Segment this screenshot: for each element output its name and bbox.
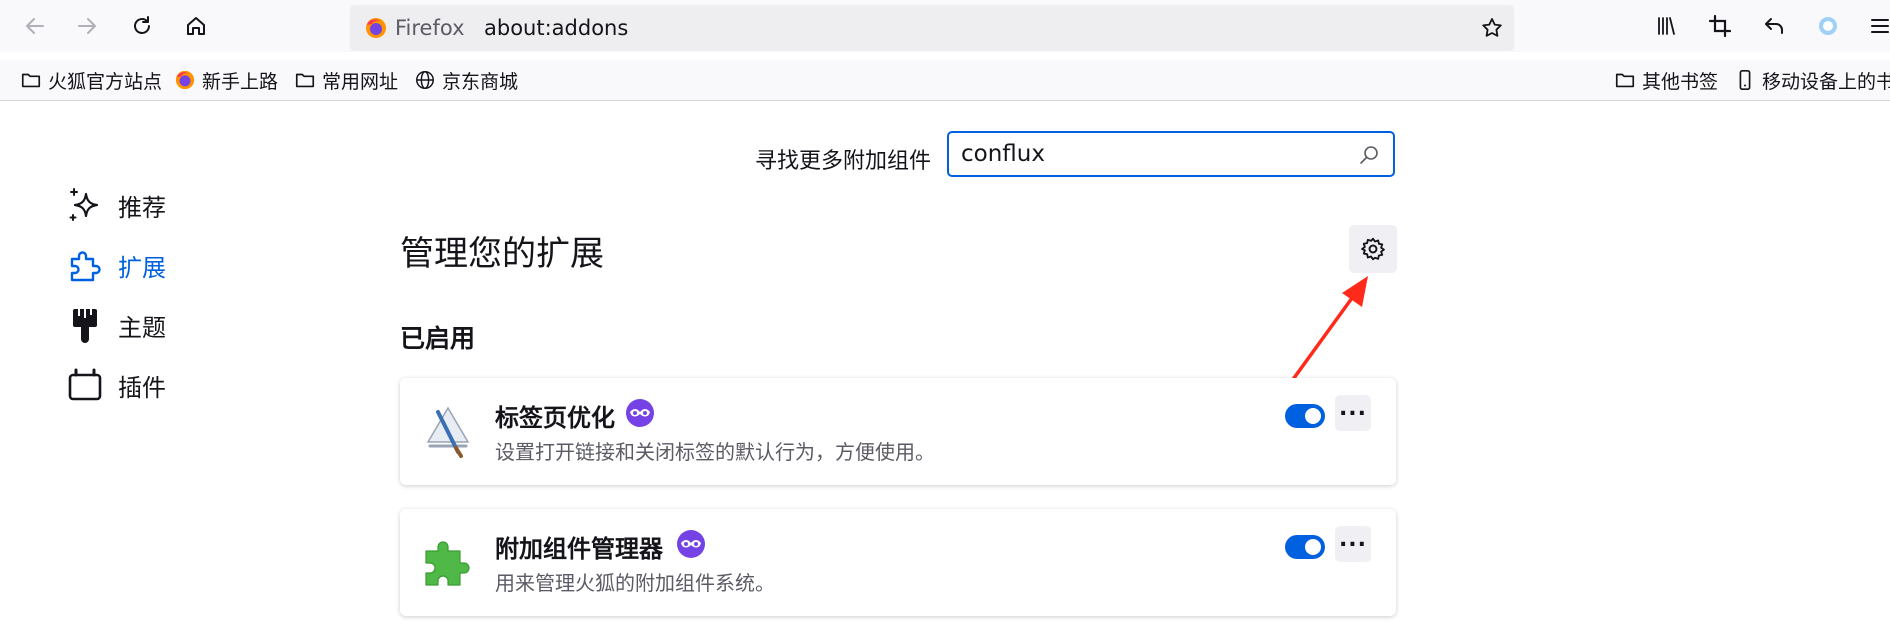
- undo-button[interactable]: [1756, 8, 1792, 44]
- account-button[interactable]: [1810, 8, 1846, 44]
- private-browsing-badge-icon: [677, 530, 705, 558]
- extension-enable-toggle[interactable]: [1285, 535, 1325, 559]
- bookmark-jd-mall[interactable]: 京东商城: [414, 60, 518, 100]
- home-button[interactable]: [178, 8, 214, 44]
- extension-name[interactable]: 标签页优化: [495, 398, 615, 433]
- brush-icon: [73, 309, 97, 343]
- bookmark-label: 移动设备上的书签: [1762, 70, 1890, 93]
- identity-box[interactable]: Firefox: [364, 5, 465, 51]
- category-recommended[interactable]: 推荐: [66, 180, 166, 230]
- globe-icon: [416, 71, 434, 89]
- addons-search-box[interactable]: [947, 131, 1395, 177]
- forward-button[interactable]: [69, 8, 105, 44]
- enabled-section-heading: 已启用: [400, 324, 476, 353]
- back-button[interactable]: [17, 8, 53, 44]
- category-extensions[interactable]: 扩展: [66, 240, 166, 290]
- bookmark-label: 常用网址: [322, 70, 399, 93]
- private-browsing-badge-icon: [626, 399, 654, 427]
- category-label: 插件: [118, 373, 166, 402]
- account-circle-icon: [1819, 17, 1837, 35]
- tools-settings-button[interactable]: [1349, 225, 1397, 273]
- toggle-knob: [1305, 408, 1321, 424]
- bookmarks-toolbar: 火狐官方站点 新手上路 常用网址 京东商城 其他书签 移动设备上的书签: [0, 60, 1890, 101]
- bookmark-label: 京东商城: [442, 70, 519, 93]
- tab-tweak-icon: [426, 406, 470, 458]
- firefox-logo-icon: [366, 18, 386, 38]
- bookmark-getting-started[interactable]: 新手上路: [174, 60, 278, 100]
- bookmark-star-icon[interactable]: [1480, 16, 1504, 40]
- extension-description: 用来管理火狐的附加组件系统。: [495, 571, 775, 595]
- bookmark-folder-mobile[interactable]: 移动设备上的书签: [1734, 60, 1890, 100]
- menu-button[interactable]: [1862, 8, 1890, 44]
- gear-icon: [1361, 237, 1385, 261]
- folder-icon: [21, 73, 41, 88]
- bookmark-folder-common-sites[interactable]: 常用网址: [294, 60, 398, 100]
- navigation-toolbar: Firefox about:addons: [0, 0, 1890, 52]
- extension-more-options-button[interactable]: ...: [1335, 395, 1371, 431]
- bookmark-label: 新手上路: [202, 70, 279, 93]
- category-label: 主题: [118, 313, 166, 342]
- reload-button[interactable]: [124, 8, 160, 44]
- folder-icon: [1615, 73, 1635, 88]
- extension-enable-toggle[interactable]: [1285, 404, 1325, 428]
- plugin-icon: [68, 368, 102, 401]
- home-icon: [187, 17, 205, 35]
- undo-arrow-icon: [1765, 18, 1783, 34]
- category-themes[interactable]: 主题: [66, 300, 166, 350]
- category-plugins[interactable]: 插件: [66, 360, 166, 410]
- green-puzzle-icon: [425, 541, 470, 586]
- bookmark-label: 其他书签: [1642, 70, 1719, 93]
- identity-label: Firefox: [395, 16, 465, 40]
- more-options-icon: ...: [1338, 527, 1368, 552]
- extension-name[interactable]: 附加组件管理器: [495, 529, 663, 564]
- addons-page: 寻找更多附加组件 推荐 扩展 主题 插件 管理您的扩展 已启用: [0, 101, 1890, 628]
- extension-more-options-button[interactable]: ...: [1335, 526, 1371, 562]
- category-label: 推荐: [118, 193, 166, 222]
- bookmark-label: 火狐官方站点: [48, 70, 163, 93]
- folder-icon: [295, 73, 315, 88]
- back-arrow-icon: [26, 18, 44, 34]
- forward-arrow-icon: [78, 18, 96, 34]
- mobile-icon: [1739, 70, 1751, 90]
- sparkle-icon: [69, 188, 99, 221]
- reload-icon: [134, 16, 150, 34]
- library-button[interactable]: [1648, 8, 1684, 44]
- crop-icon: [1708, 14, 1732, 38]
- find-more-addons-label: 寻找更多附加组件: [755, 149, 932, 174]
- more-options-icon: ...: [1338, 396, 1368, 421]
- extension-card[interactable]: 附加组件管理器 用来管理火狐的附加组件系统。 ...: [400, 509, 1396, 616]
- library-icon: [1658, 17, 1675, 35]
- search-icon[interactable]: [1357, 143, 1381, 167]
- bookmark-folder-firefox-official[interactable]: 火狐官方站点: [20, 60, 162, 100]
- page-title: 管理您的扩展: [400, 234, 604, 274]
- firefox-icon: [175, 70, 195, 90]
- bookmark-folder-other[interactable]: 其他书签: [1614, 60, 1718, 100]
- addons-search-input[interactable]: [961, 133, 1341, 175]
- toggle-knob: [1305, 539, 1321, 555]
- puzzle-icon: [70, 251, 101, 282]
- category-label: 扩展: [118, 253, 166, 282]
- extension-card[interactable]: 标签页优化 设置打开链接和关闭标签的默认行为，方便使用。 ...: [400, 378, 1396, 485]
- extension-description: 设置打开链接和关闭标签的默认行为，方便使用。: [495, 440, 935, 464]
- url-text[interactable]: about:addons: [484, 5, 628, 51]
- hamburger-menu-icon: [1871, 19, 1889, 33]
- url-bar[interactable]: Firefox about:addons: [350, 5, 1514, 51]
- screenshot-button[interactable]: [1702, 8, 1738, 44]
